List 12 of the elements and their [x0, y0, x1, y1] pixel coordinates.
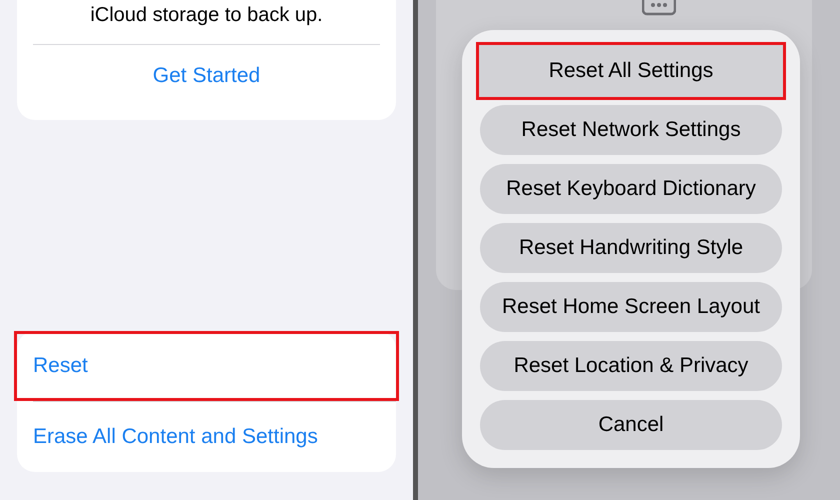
reset-option-button[interactable]: Cancel: [480, 400, 782, 450]
keyboard-icon: [642, 0, 676, 16]
reset-option-button[interactable]: Reset Home Screen Layout: [480, 282, 782, 332]
reset-option-button[interactable]: Reset Location & Privacy: [480, 341, 782, 391]
reset-option-button[interactable]: Reset Network Settings: [480, 105, 782, 155]
info-text: iCloud storage to back up.: [90, 4, 323, 27]
reset-option-button[interactable]: Reset All Settings: [476, 42, 786, 100]
reset-option-button[interactable]: Reset Handwriting Style: [480, 223, 782, 273]
get-started-link[interactable]: Get Started: [152, 64, 260, 88]
reset-option[interactable]: Reset: [14, 331, 399, 401]
reset-option[interactable]: Erase All Content and Settings: [14, 402, 399, 472]
reset-option-button[interactable]: Reset Keyboard Dictionary: [480, 164, 782, 214]
